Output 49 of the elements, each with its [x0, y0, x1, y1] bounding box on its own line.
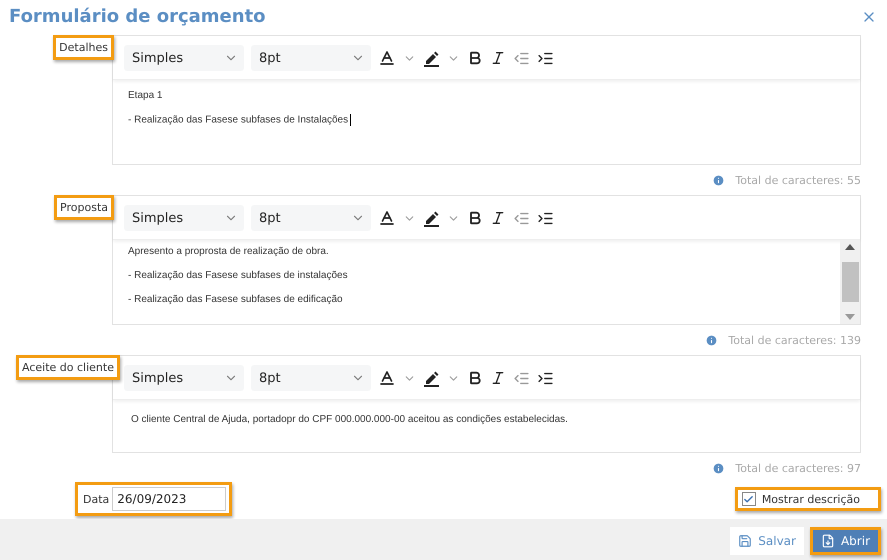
info-icon: [705, 334, 718, 346]
checkbox[interactable]: [742, 492, 756, 506]
check-icon: [743, 494, 754, 504]
size-select[interactable]: 8pt: [251, 205, 371, 231]
info-icon: [712, 174, 726, 186]
marker-icon[interactable]: [423, 370, 440, 386]
style-select[interactable]: Simples: [124, 205, 244, 231]
checkbox-label: Mostrar descrição: [762, 492, 860, 506]
character-count: Total de caracteres: 139: [728, 334, 861, 346]
scroll-up-icon[interactable]: [845, 244, 855, 250]
font-color-icon[interactable]: [378, 49, 396, 67]
italic-icon[interactable]: [490, 210, 506, 226]
text-editor[interactable]: Simples 8pt Etapa 1 - Realização das Fasese subfases de Instalações: [112, 35, 861, 165]
bold-icon[interactable]: [467, 50, 483, 66]
editor-text: Apresento a proprosta de realização de obra.: [128, 246, 330, 257]
character-count: Total de caracteres: 55: [735, 174, 861, 186]
scrollbar[interactable]: [840, 240, 860, 324]
style-select[interactable]: Simples: [124, 45, 244, 71]
italic-icon[interactable]: [490, 50, 506, 66]
editor-text: - Realização das Fasese subfases de edificação: [128, 294, 344, 305]
marker-icon[interactable]: [423, 210, 440, 226]
field-label: Proposta: [54, 195, 114, 220]
editor-text: - Realização das Fasese subfases de Instalações: [128, 114, 845, 126]
field-label: Aceite do cliente: [16, 355, 120, 380]
font-color-icon[interactable]: [378, 369, 396, 387]
primary-button[interactable]: Abrir: [810, 526, 881, 554]
character-count: Total de caracteres: 97: [735, 462, 861, 474]
date-field[interactable]: 26/09/2023: [112, 487, 226, 511]
text-cursor: [350, 114, 352, 126]
marker-icon[interactable]: [423, 50, 440, 66]
info-icon: [712, 462, 726, 474]
field-label: Detalhes: [53, 35, 114, 60]
size-select[interactable]: 8pt: [251, 365, 371, 391]
editor-text: Etapa 1: [128, 90, 164, 101]
size-select[interactable]: 8pt: [251, 45, 371, 71]
save-icon: [738, 534, 752, 548]
show-description-checkbox-row[interactable]: Mostrar descrição: [734, 487, 881, 511]
bold-icon[interactable]: [467, 210, 483, 226]
style-select[interactable]: Simples: [124, 365, 244, 391]
dialog-title: Formulário de orçamento: [9, 6, 266, 27]
bold-icon[interactable]: [467, 370, 483, 386]
text-editor[interactable]: Simples 8pt Apresento a proprosta de realização de obra. - Realização das Fasese subfases de instalações - Realização das Fasese subfases de edificação: [112, 195, 861, 325]
text-editor[interactable]: Simples 8pt O cliente Central de Ajuda, portadopr do CPF 000.000.000-00 aceitou as condições estabelecidas.: [112, 355, 861, 453]
date-label: Data: [83, 492, 110, 506]
editor-text: O cliente Central de Ajuda, portadopr do CPF 000.000.000-00 aceitou as condições estabelecidas.: [131, 414, 569, 425]
italic-icon[interactable]: [490, 370, 506, 386]
font-color-icon[interactable]: [378, 209, 396, 227]
editor-text: - Realização das Fasese subfases de instalações: [128, 270, 349, 281]
file-icon: [820, 534, 835, 548]
